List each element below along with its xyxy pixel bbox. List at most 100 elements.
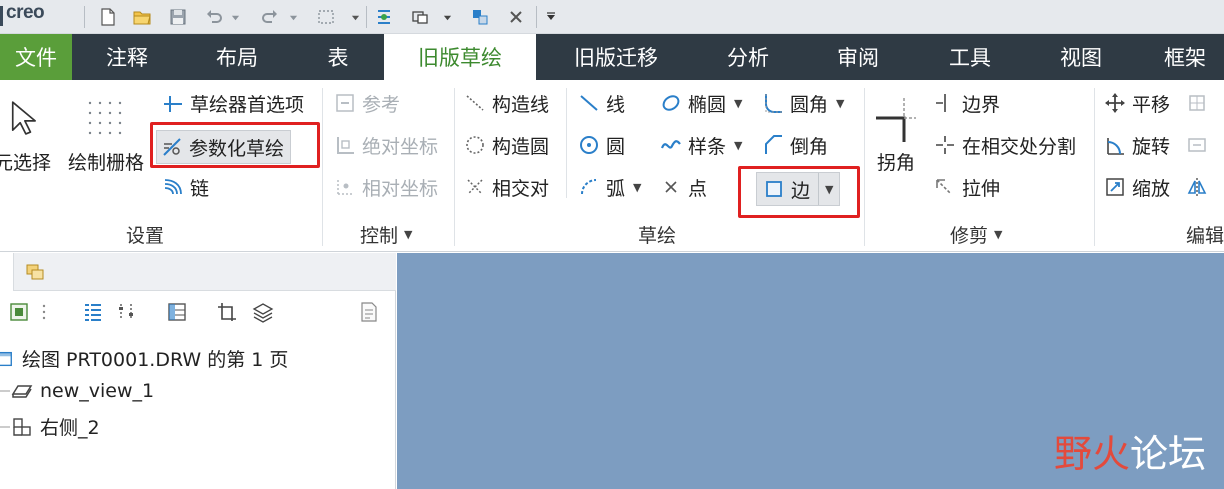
- tab-view[interactable]: 视图: [1034, 34, 1128, 80]
- show-icon[interactable]: [6, 299, 32, 325]
- edit-item-2-icon[interactable]: [1184, 132, 1214, 158]
- corner-button[interactable]: 拐角: [872, 90, 920, 175]
- settings-table-icon[interactable]: [164, 299, 190, 325]
- relative-coords-icon: [332, 174, 358, 200]
- windows-dropdown-icon[interactable]: [442, 10, 452, 24]
- boundary-button[interactable]: 边界: [932, 90, 1000, 116]
- chevron-down-icon[interactable]: ▼: [734, 139, 742, 152]
- chevron-down-icon: ▼: [404, 227, 413, 241]
- point-button[interactable]: 点: [658, 174, 707, 200]
- move-button[interactable]: 平移: [1102, 90, 1170, 116]
- open-folder-icon[interactable]: [130, 5, 154, 29]
- boundary-label: 边界: [962, 93, 1001, 116]
- point-icon: [658, 174, 684, 200]
- chevron-down-icon[interactable]: ▼: [734, 97, 742, 110]
- tab-analysis[interactable]: 分析: [702, 34, 794, 80]
- group-label-trim[interactable]: 修剪 ▼: [950, 222, 1002, 247]
- draw-grid-button[interactable]: 绘制栅格: [68, 90, 144, 175]
- chevron-down-icon[interactable]: ▼: [836, 97, 844, 110]
- tab-review[interactable]: 审阅: [812, 34, 904, 80]
- intersect-pair-button[interactable]: 相交对: [462, 174, 549, 200]
- chamfer-button[interactable]: 倒角: [760, 132, 828, 158]
- windows-icon[interactable]: [408, 5, 432, 29]
- box-select-icon[interactable]: [314, 5, 338, 29]
- select-button[interactable]: 元选择: [0, 90, 51, 175]
- tab-annotate[interactable]: 注释: [82, 34, 172, 80]
- tab-legacy-migration[interactable]: 旧版迁移: [550, 34, 682, 80]
- tree-item-view-label: new_view_1: [40, 380, 155, 402]
- construction-circle-icon: [462, 132, 488, 158]
- chain-button[interactable]: 链: [160, 174, 209, 200]
- collapse-list-icon[interactable]: [114, 299, 140, 325]
- move-arrows-icon: [1102, 90, 1128, 116]
- redo-dropdown-icon[interactable]: [288, 10, 298, 24]
- scale-button[interactable]: 缩放: [1102, 174, 1170, 200]
- chevron-down-icon[interactable]: ▼: [633, 181, 641, 194]
- qat-separator: [536, 6, 537, 28]
- layers-icon[interactable]: [250, 299, 276, 325]
- tab-table[interactable]: 表: [300, 34, 376, 80]
- relative-coords-button[interactable]: 相对坐标: [332, 174, 438, 200]
- tree-item-view[interactable]: new_view_1: [0, 379, 154, 403]
- forum-watermark: 野火 论坛: [1053, 432, 1206, 476]
- chain-label: 链: [190, 177, 210, 200]
- drawing-sheet-icon: [0, 347, 16, 371]
- model-tree-panel: 绘图 PRT0001.DRW 的第 1 页 new_view_1 右侧_2: [0, 253, 396, 489]
- split-icon: [932, 132, 958, 158]
- absolute-coords-button[interactable]: 绝对坐标: [332, 132, 438, 158]
- group-separator: [864, 88, 865, 246]
- redo-icon[interactable]: [258, 5, 282, 29]
- select-dropdown-icon[interactable]: [350, 10, 360, 24]
- fillet-button[interactable]: 圆角 ▼: [760, 90, 844, 116]
- ellipse-button[interactable]: 椭圆 ▼: [658, 90, 742, 116]
- construction-line-button[interactable]: 构造线: [462, 90, 549, 116]
- edge-highlight: [738, 166, 860, 218]
- line-button[interactable]: 线: [576, 90, 625, 116]
- undo-icon[interactable]: [202, 5, 226, 29]
- mirror-icon[interactable]: [1184, 174, 1214, 200]
- close-window-icon[interactable]: [504, 5, 528, 29]
- construction-circle-button[interactable]: 构造圆: [462, 132, 549, 158]
- fillet-icon: [760, 90, 786, 116]
- sketcher-preferences-button[interactable]: 草绘器首选项: [160, 90, 304, 116]
- corner-label: 拐角: [876, 152, 915, 174]
- circle-button[interactable]: 圆: [576, 132, 625, 158]
- tree-root-drawing[interactable]: 绘图 PRT0001.DRW 的第 1 页: [0, 345, 288, 372]
- rotate-button[interactable]: 旋转: [1102, 132, 1170, 158]
- spline-button[interactable]: 样条 ▼: [658, 132, 742, 158]
- sketcher-preferences-label: 草绘器首选项: [190, 93, 305, 116]
- tab-file[interactable]: 文件: [0, 34, 72, 80]
- ellipse-label: 椭圆: [688, 93, 727, 116]
- spline-label: 样条: [688, 135, 727, 158]
- expand-list-icon[interactable]: [80, 299, 106, 325]
- split-at-intersection-button[interactable]: 在相交处分割: [932, 132, 1076, 158]
- graphics-canvas[interactable]: 野火 论坛: [397, 253, 1224, 489]
- customize-qat-icon[interactable]: [546, 10, 556, 24]
- regenerate-icon[interactable]: [372, 5, 396, 29]
- group-label-settings: 设置: [126, 224, 165, 247]
- tree-item-right-view[interactable]: 右侧_2: [0, 413, 100, 440]
- logo-mark: [0, 6, 3, 26]
- qat-separator: [84, 6, 85, 28]
- frame-crop-icon[interactable]: [214, 299, 240, 325]
- tab-frame[interactable]: 框架: [1146, 34, 1224, 80]
- layer-tree-icon[interactable]: [22, 259, 48, 285]
- group-label-control[interactable]: 控制 ▼: [360, 222, 413, 247]
- model-tree-icon[interactable]: [468, 5, 492, 29]
- tab-tools[interactable]: 工具: [922, 34, 1018, 80]
- reference-button[interactable]: 参考: [332, 90, 400, 116]
- notes-icon[interactable]: [356, 299, 382, 325]
- grid-dots-icon: [82, 90, 130, 148]
- undo-dropdown-icon[interactable]: [230, 10, 240, 24]
- new-file-icon[interactable]: [96, 5, 120, 29]
- edit-item-1-icon[interactable]: [1184, 90, 1214, 116]
- arc-button[interactable]: 弧 ▼: [576, 174, 641, 200]
- stretch-button[interactable]: 拉伸: [932, 174, 1000, 200]
- chamfer-icon: [760, 132, 786, 158]
- tab-legacy-sketch[interactable]: 旧版草绘: [384, 34, 536, 80]
- split-label: 在相交处分割: [962, 135, 1077, 158]
- tab-layout[interactable]: 布局: [192, 34, 282, 80]
- panel-tab-tree[interactable]: [0, 253, 14, 291]
- save-icon[interactable]: [166, 5, 190, 29]
- sub-separator: [566, 88, 567, 198]
